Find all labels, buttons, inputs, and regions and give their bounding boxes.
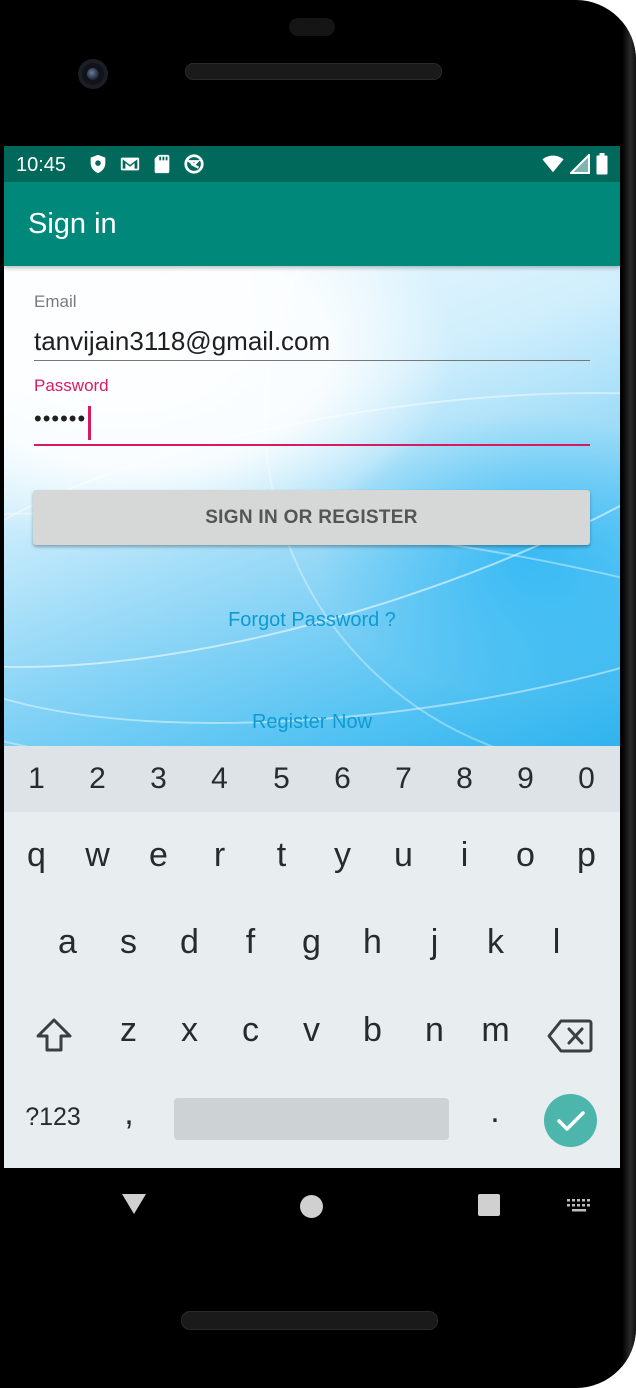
nav-back-icon[interactable] [120,1192,148,1216]
password-underline [34,444,590,446]
key-u[interactable]: u [373,836,434,875]
checkmark-icon [557,1111,585,1131]
earpiece-speaker [185,63,442,80]
phone-frame: 10:45 Sign in Email tanvijain3118@gmail.… [0,0,636,1388]
key-6[interactable]: 6 [312,762,373,796]
nav-home-icon[interactable] [300,1195,323,1218]
email-underline [34,360,590,361]
password-label: Password [34,376,109,395]
bottom-speaker [181,1311,438,1330]
key-period[interactable]: . [470,1092,520,1131]
gmail-icon [120,157,140,171]
sd-card-icon [154,154,170,174]
key-r[interactable]: r [189,836,250,875]
key-x[interactable]: x [159,1011,220,1050]
symbols-key[interactable]: ?123 [14,1103,92,1132]
email-label: Email [34,292,77,311]
key-4[interactable]: 4 [189,762,250,796]
key-m[interactable]: m [465,1011,526,1050]
key-1[interactable]: 1 [6,762,67,796]
phone-edge [622,0,636,1388]
key-5[interactable]: 5 [251,762,312,796]
key-v[interactable]: v [281,1011,342,1050]
status-time: 10:45 [16,154,67,176]
key-q[interactable]: q [6,836,67,875]
battery-icon [596,153,608,175]
key-comma[interactable]: , [104,1094,154,1133]
key-b[interactable]: b [342,1011,403,1050]
key-p[interactable]: p [556,836,617,875]
sign-in-form: Email tanvijain3118@gmail.com Password •… [4,266,620,746]
key-0[interactable]: 0 [556,762,617,796]
register-now-link[interactable]: Register Now [4,711,620,734]
key-i[interactable]: i [434,836,495,875]
device-screen: 10:45 Sign in Email tanvijain3118@gmail.… [4,146,620,1168]
key-h[interactable]: h [342,923,403,962]
sign-in-or-register-button[interactable]: SIGN IN OR REGISTER [33,490,590,545]
key-j[interactable]: j [404,923,465,962]
top-sensor [289,18,335,36]
shift-icon[interactable] [32,1014,76,1058]
key-3[interactable]: 3 [128,762,189,796]
key-f[interactable]: f [220,923,281,962]
key-t[interactable]: t [251,836,312,875]
key-g[interactable]: g [281,923,342,962]
key-e[interactable]: e [128,836,189,875]
soft-keyboard: 1 2 3 4 5 6 7 8 9 0 q w e r t y u i o p … [4,746,620,1168]
key-2[interactable]: 2 [67,762,128,796]
key-w[interactable]: w [67,836,128,875]
key-y[interactable]: y [312,836,373,875]
wifi-icon [542,155,564,173]
data-saver-icon [184,154,204,174]
key-c[interactable]: c [220,1011,281,1050]
nav-recents-icon[interactable] [478,1194,500,1216]
key-k[interactable]: k [465,923,526,962]
page-title: Sign in [28,208,117,240]
key-8[interactable]: 8 [434,762,495,796]
forgot-password-link[interactable]: Forgot Password ? [4,609,620,632]
email-field[interactable]: tanvijain3118@gmail.com [34,326,330,357]
backspace-icon[interactable] [547,1018,593,1054]
cell-signal-icon [570,154,590,174]
key-o[interactable]: o [495,836,556,875]
key-a[interactable]: a [37,923,98,962]
key-7[interactable]: 7 [373,762,434,796]
enter-key[interactable] [544,1094,597,1147]
key-l[interactable]: l [526,923,587,962]
shield-icon [90,154,106,174]
text-cursor [88,406,91,440]
spacebar[interactable] [174,1098,449,1140]
keyboard-switch-icon[interactable] [566,1198,592,1214]
key-s[interactable]: s [98,923,159,962]
status-icons-right [542,153,608,175]
key-d[interactable]: d [159,923,220,962]
status-icons-left [87,153,205,175]
front-camera [78,59,108,89]
password-field[interactable]: •••••• [34,406,86,432]
app-bar: Sign in [4,182,620,266]
status-bar: 10:45 [4,146,620,182]
key-9[interactable]: 9 [495,762,556,796]
key-z[interactable]: z [98,1011,159,1050]
key-n[interactable]: n [404,1011,465,1050]
